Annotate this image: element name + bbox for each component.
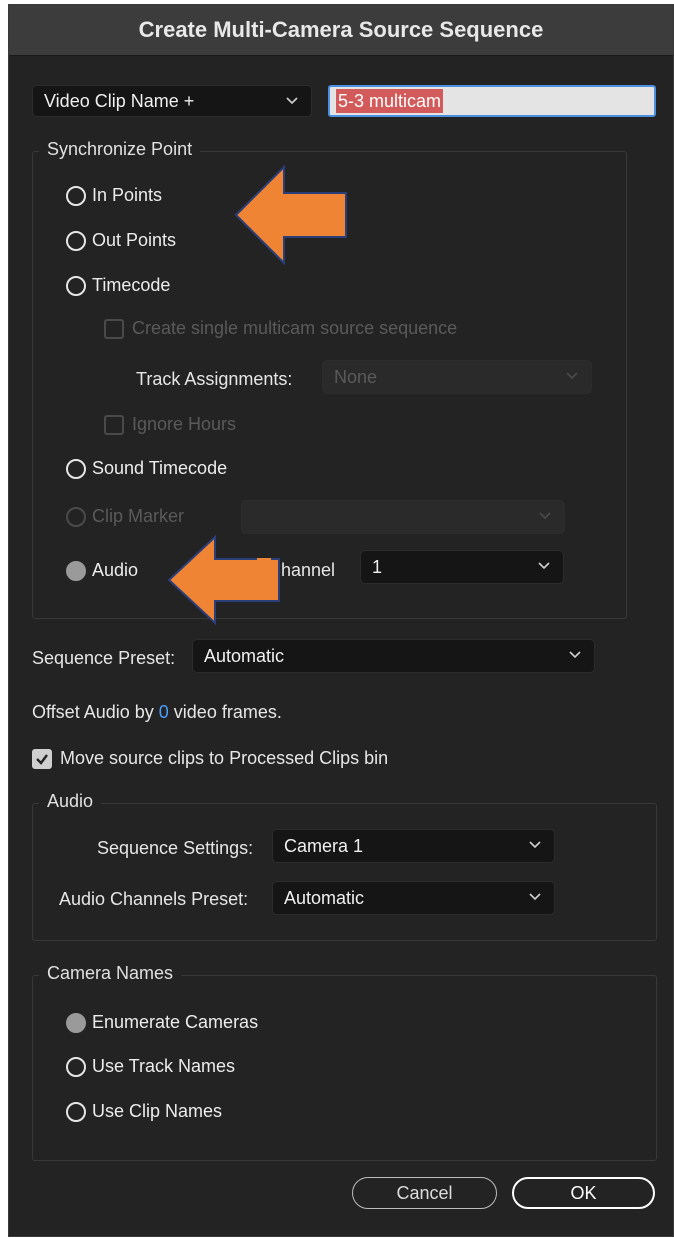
clip-marker-label: Clip Marker: [92, 506, 185, 526]
name-format-value: Video Clip Name +: [44, 90, 195, 111]
ignore-hours-label: Ignore Hours: [132, 414, 237, 434]
audio-legend: Audio: [39, 791, 102, 812]
chevron-down-icon: [286, 97, 298, 105]
arrow-overlap: [257, 558, 271, 582]
use-track-names-label: Use Track Names: [92, 1056, 236, 1076]
chevron-down-icon: [529, 841, 541, 849]
audio-channels-preset-dropdown[interactable]: Automatic: [272, 881, 555, 915]
sound-timecode-radio[interactable]: Sound Timecode: [66, 458, 227, 479]
camera-names-legend: Camera Names: [39, 963, 182, 984]
sequence-settings-label: Sequence Settings:: [97, 838, 254, 858]
move-clips-label: Move source clips to Processed Clips bin: [60, 748, 389, 768]
offset-audio-row: Offset Audio by 0 video frames.: [32, 702, 282, 723]
chevron-down-icon: [538, 562, 550, 570]
create-single-label: Create single multicam source sequence: [132, 318, 458, 338]
annotation-arrow-icon: [234, 165, 347, 265]
create-single-checkbox[interactable]: Create single multicam source sequence: [104, 318, 457, 339]
synchronize-point-legend: Synchronize Point: [39, 139, 201, 160]
radio-circle-icon: [66, 1056, 86, 1077]
sequence-preset-dropdown[interactable]: Automatic: [192, 639, 595, 673]
sequence-settings-dropdown[interactable]: Camera 1: [272, 829, 555, 863]
timecode-label: Timecode: [92, 275, 171, 295]
dialog: Create Multi-Camera Source Sequence Vide…: [8, 4, 674, 1237]
chevron-down-icon: [566, 372, 578, 380]
chevron-down-icon: [529, 893, 541, 901]
sequence-preset-value: Automatic: [204, 645, 285, 666]
ignore-hours-checkbox[interactable]: Ignore Hours: [104, 414, 236, 435]
radio-circle-icon: [66, 1101, 86, 1122]
name-format-dropdown[interactable]: Video Clip Name +: [32, 85, 312, 117]
in-points-label: In Points: [92, 185, 163, 205]
checkbox-icon: [104, 414, 124, 435]
use-clip-names-label: Use Clip Names: [92, 1101, 223, 1121]
track-assignments-label: Track Assignments:: [136, 369, 293, 389]
channel-dropdown[interactable]: 1: [360, 550, 564, 584]
in-points-radio[interactable]: In Points: [66, 185, 162, 206]
sequence-name-value: 5-3 multicam: [336, 89, 444, 113]
radio-circle-icon: [66, 230, 86, 251]
radio-circle-icon: [66, 185, 86, 206]
track-assignments-dropdown[interactable]: None: [322, 360, 592, 394]
audio-channels-preset-value: Automatic: [284, 887, 365, 908]
out-points-radio[interactable]: Out Points: [66, 230, 176, 251]
enumerate-cameras-radio[interactable]: Enumerate Cameras: [66, 1012, 258, 1033]
audio-label: Audio: [92, 560, 139, 580]
sound-timecode-label: Sound Timecode: [92, 458, 228, 478]
sequence-name-field[interactable]: 5-3 multicam: [328, 85, 656, 117]
use-track-names-radio[interactable]: Use Track Names: [66, 1056, 235, 1077]
chevron-down-icon: [569, 651, 581, 659]
channel-value: 1: [372, 556, 383, 577]
move-clips-checkbox[interactable]: Move source clips to Processed Clips bin: [32, 748, 388, 769]
offset-prefix: Offset Audio by: [32, 702, 154, 722]
radio-circle-icon: [66, 275, 86, 296]
timecode-radio[interactable]: Timecode: [66, 275, 170, 296]
offset-value[interactable]: 0: [159, 702, 169, 722]
radio-selected-icon: [66, 1012, 86, 1033]
audio-group: [32, 803, 657, 941]
track-assignments-value: None: [334, 366, 378, 387]
ok-button[interactable]: OK: [512, 1177, 655, 1209]
offset-suffix: video frames.: [173, 702, 282, 722]
cancel-button[interactable]: Cancel: [352, 1177, 497, 1209]
checkbox-checked-icon: [32, 748, 52, 769]
radio-circle-icon: [66, 506, 86, 527]
audio-radio[interactable]: Audio: [66, 560, 138, 581]
dialog-title: Create Multi-Camera Source Sequence: [9, 5, 673, 56]
audio-channels-preset-label: Audio Channels Preset:: [59, 889, 249, 909]
radio-selected-icon: [66, 560, 86, 581]
out-points-label: Out Points: [92, 230, 177, 250]
clip-marker-radio[interactable]: Clip Marker: [66, 506, 184, 527]
sequence-preset-label: Sequence Preset:: [32, 648, 176, 668]
radio-circle-icon: [66, 458, 86, 479]
chevron-down-icon: [539, 512, 551, 520]
clip-marker-dropdown[interactable]: [241, 500, 565, 534]
enumerate-cameras-label: Enumerate Cameras: [92, 1012, 259, 1032]
sequence-settings-value: Camera 1: [284, 835, 364, 856]
use-clip-names-radio[interactable]: Use Clip Names: [66, 1101, 222, 1122]
checkbox-icon: [104, 318, 124, 339]
